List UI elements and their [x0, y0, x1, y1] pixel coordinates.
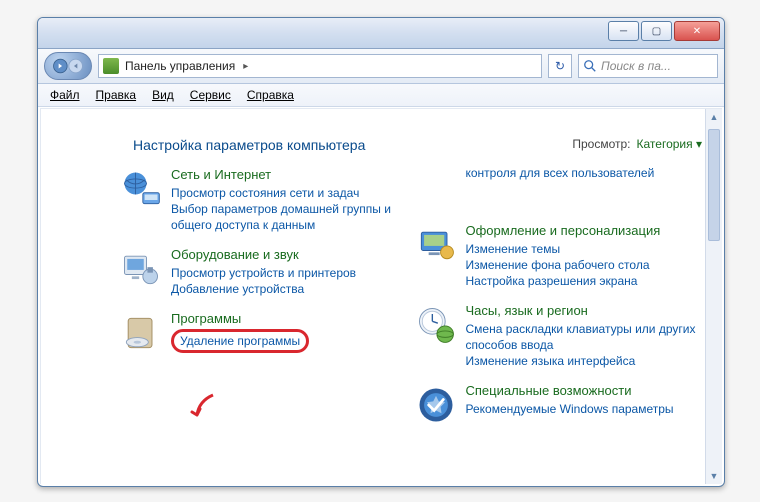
menu-view[interactable]: Вид	[146, 86, 180, 104]
left-column: Сеть и Интернет Просмотр состояния сети …	[119, 167, 414, 484]
search-icon	[583, 59, 597, 73]
network-icon	[119, 167, 163, 211]
close-button[interactable]: ✕	[674, 21, 720, 41]
category-title[interactable]: Оформление и персонализация	[466, 223, 709, 239]
category-link[interactable]: Смена раскладки клавиатуры или других сп…	[466, 321, 709, 353]
category-partial-top: контроля для всех пользователей	[414, 165, 709, 209]
category-ease: Специальные возможности Рекомендуемые Wi…	[414, 383, 709, 427]
category-network: Сеть и Интернет Просмотр состояния сети …	[119, 167, 414, 233]
category-title[interactable]: Сеть и Интернет	[171, 167, 414, 183]
appearance-icon	[414, 223, 458, 267]
clock-icon	[414, 303, 458, 347]
category-link[interactable]: Просмотр состояния сети и задач	[171, 185, 414, 201]
category-link[interactable]: Рекомендуемые Windows параметры	[466, 401, 709, 417]
view-by: Просмотр: Категория ▾	[572, 137, 702, 151]
menu-help[interactable]: Справка	[241, 86, 300, 104]
page-title: Настройка параметров компьютера	[133, 137, 365, 153]
search-input[interactable]: Поиск в па...	[578, 54, 718, 78]
category-hardware: Оборудование и звук Просмотр устройств и…	[119, 247, 414, 297]
scroll-down-arrow[interactable]: ▼	[706, 468, 722, 484]
maximize-button[interactable]: ▢	[641, 21, 672, 41]
menu-file[interactable]: Файл	[44, 86, 86, 104]
uninstall-program-link[interactable]: Удаление программы	[171, 329, 309, 353]
scroll-up-arrow[interactable]: ▲	[706, 109, 722, 125]
category-title[interactable]: Программы	[171, 311, 414, 327]
category-link[interactable]: Изменение фона рабочего стола	[466, 257, 709, 273]
right-column: контроля для всех пользователей Оформлен…	[414, 167, 709, 484]
spacer-icon	[414, 165, 458, 209]
breadcrumb-arrow[interactable]: ▸	[243, 61, 248, 72]
navbar: Панель управления ▸ ↻ Поиск в па...	[38, 49, 724, 84]
control-panel-icon	[103, 58, 119, 74]
nav-back-forward[interactable]	[44, 52, 92, 80]
hardware-icon	[119, 247, 163, 291]
view-by-dropdown[interactable]: Категория ▾	[637, 137, 702, 151]
menubar: Файл Правка Вид Сервис Справка	[38, 84, 724, 107]
programs-icon	[119, 311, 163, 355]
category-link[interactable]: Изменение языка интерфейса	[466, 353, 709, 369]
category-link[interactable]: Настройка разрешения экрана	[466, 273, 709, 289]
category-appearance: Оформление и персонализация Изменение те…	[414, 223, 709, 289]
titlebar: ─ ▢ ✕	[38, 18, 724, 49]
refresh-button[interactable]: ↻	[548, 54, 572, 78]
category-clock: Часы, язык и регион Смена раскладки клав…	[414, 303, 709, 369]
view-by-label: Просмотр:	[572, 137, 630, 151]
ease-icon	[414, 383, 458, 427]
scroll-thumb[interactable]	[708, 129, 720, 241]
category-programs: Программы Удаление программы	[119, 311, 414, 355]
control-panel-window: ─ ▢ ✕ Панель управления ▸ ↻ Поиск в па..…	[37, 17, 725, 487]
category-link[interactable]: Изменение темы	[466, 241, 709, 257]
address-bar[interactable]: Панель управления ▸	[98, 54, 542, 78]
category-title[interactable]: Оборудование и звук	[171, 247, 414, 263]
category-link[interactable]: Добавление устройства	[171, 281, 414, 297]
content-area: Настройка параметров компьютера Просмотр…	[40, 108, 722, 484]
vertical-scrollbar[interactable]: ▲ ▼	[705, 109, 722, 484]
category-link[interactable]: Просмотр устройств и принтеров	[171, 265, 414, 281]
menu-tools[interactable]: Сервис	[184, 86, 237, 104]
category-title[interactable]: Часы, язык и регион	[466, 303, 709, 319]
minimize-button[interactable]: ─	[608, 21, 639, 41]
search-placeholder: Поиск в па...	[601, 59, 671, 73]
address-text: Панель управления	[125, 59, 235, 73]
menu-edit[interactable]: Правка	[90, 86, 143, 104]
category-link[interactable]: Выбор параметров домашней группы и общег…	[171, 201, 414, 233]
category-title[interactable]: Специальные возможности	[466, 383, 709, 399]
category-link[interactable]: контроля для всех пользователей	[466, 165, 709, 181]
